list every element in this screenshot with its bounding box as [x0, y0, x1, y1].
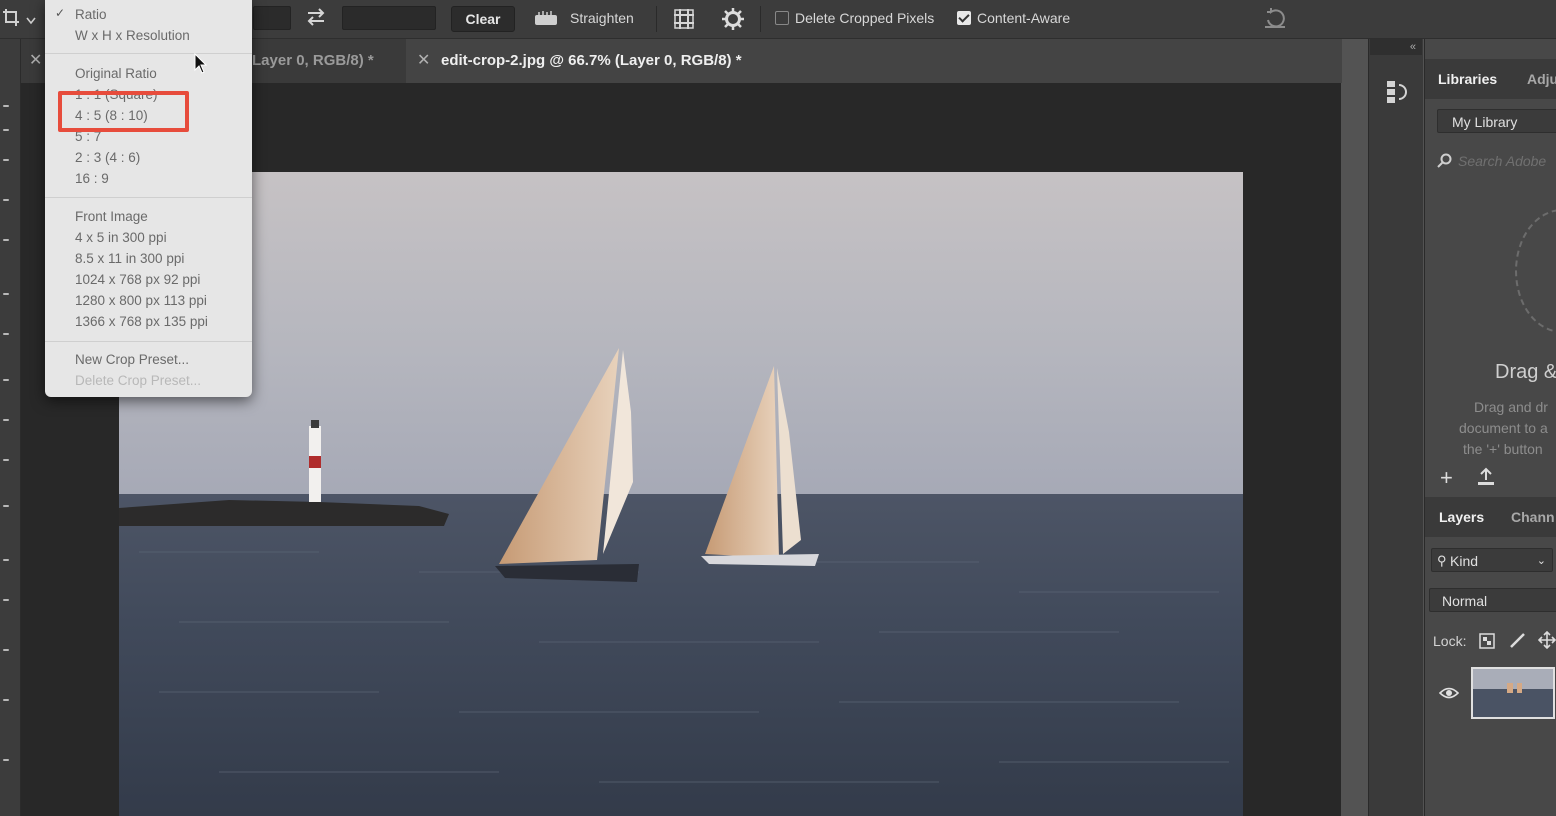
tool-marker[interactable]	[3, 759, 9, 761]
crop-options-gear-icon[interactable]	[721, 7, 745, 36]
menu-item-delete-crop-preset: Delete Crop Preset...	[75, 373, 202, 388]
tool-marker[interactable]	[3, 699, 9, 701]
content-aware-checkbox[interactable]	[957, 11, 971, 25]
checkmark-icon: ✓	[55, 6, 66, 20]
lock-position-icon[interactable]	[1537, 630, 1556, 654]
drag-help-line-1: Drag and dr	[1474, 399, 1548, 415]
tool-marker[interactable]	[3, 105, 9, 107]
menu-item-1024x768[interactable]: 1024 x 768 px 92 ppi	[75, 272, 200, 287]
history-panel-icon[interactable]	[1385, 79, 1409, 110]
tool-marker[interactable]	[3, 293, 9, 295]
tool-marker[interactable]	[3, 505, 9, 507]
right-panel: Libraries Adju My Library Search Adobe D…	[1424, 39, 1556, 816]
tab-layers[interactable]: Layers	[1439, 497, 1484, 537]
tool-marker[interactable]	[3, 199, 9, 201]
layer-thumbnail[interactable]	[1471, 667, 1555, 719]
menu-item-8-5x11-300ppi[interactable]: 8.5 x 11 in 300 ppi	[75, 251, 184, 266]
delete-cropped-pixels-checkbox[interactable]	[775, 11, 789, 25]
libraries-tab-row: Libraries Adju	[1425, 59, 1556, 99]
drag-help-line-3: the '+' button	[1463, 441, 1543, 457]
menu-item-4x5-300ppi[interactable]: 4 x 5 in 300 ppi	[75, 230, 167, 245]
menu-item-ratio[interactable]: Ratio	[75, 7, 107, 22]
collapse-panels-icon[interactable]: «	[1370, 39, 1422, 55]
tools-panel	[0, 39, 21, 816]
library-search-input[interactable]: Search Adobe	[1458, 153, 1546, 169]
tab-adjustments[interactable]: Adju	[1527, 59, 1556, 99]
panel-dock-strip: «	[1368, 39, 1423, 816]
layer-kind-filter[interactable]: ⚲ Kind ⌄	[1431, 548, 1553, 572]
tab-document-1[interactable]: Layer 0, RGB/8) *	[252, 39, 374, 83]
tool-preset-chevron-icon[interactable]	[26, 12, 36, 30]
tool-marker[interactable]	[3, 379, 9, 381]
highlight-box	[58, 91, 189, 132]
tool-marker[interactable]	[3, 159, 9, 161]
drag-heading: Drag &	[1495, 361, 1556, 383]
blend-mode-select[interactable]: Normal	[1429, 588, 1556, 612]
layers-tab-row: Layers Chann	[1425, 497, 1556, 537]
tool-marker[interactable]	[3, 599, 9, 601]
straighten-icon[interactable]	[533, 9, 559, 32]
tool-marker[interactable]	[3, 419, 9, 421]
lock-transparent-pixels-icon[interactable]	[1479, 633, 1495, 654]
clear-button[interactable]: Clear	[451, 6, 515, 32]
library-select[interactable]: My Library	[1437, 109, 1556, 133]
ratio-height-field[interactable]	[342, 6, 436, 30]
search-icon	[1437, 153, 1453, 174]
menu-item-front-image[interactable]: Front Image	[75, 209, 148, 224]
tab-libraries[interactable]: Libraries	[1438, 59, 1497, 99]
overlay-grid-icon[interactable]	[672, 7, 696, 36]
tab-close-icon[interactable]: ✕	[417, 39, 430, 83]
search-icon: ⚲	[1437, 553, 1447, 568]
drag-help-line-2: document to a	[1459, 420, 1548, 436]
menu-item-1280x800[interactable]: 1280 x 800 px 113 ppi	[75, 293, 207, 308]
ratio-width-field[interactable]	[253, 6, 291, 30]
upload-icon[interactable]	[1477, 467, 1495, 492]
tool-marker[interactable]	[3, 459, 9, 461]
library-drop-area-icon	[1515, 209, 1556, 333]
straighten-label[interactable]: Straighten	[570, 10, 634, 26]
swap-dimensions-icon[interactable]	[305, 7, 327, 32]
library-select-value: My Library	[1452, 114, 1518, 130]
lock-image-pixels-icon[interactable]	[1509, 631, 1527, 654]
tool-marker[interactable]	[3, 333, 9, 335]
crop-tool-icon[interactable]	[2, 8, 20, 28]
tool-marker[interactable]	[3, 239, 9, 241]
blend-mode-value: Normal	[1442, 593, 1488, 609]
layer-visibility-eye-icon[interactable]	[1438, 686, 1460, 705]
tab-close-icon[interactable]: ✕	[29, 39, 42, 83]
menu-item-16-9[interactable]: 16 : 9	[75, 171, 109, 186]
menu-item-wxh-resolution[interactable]: W x H x Resolution	[75, 28, 190, 43]
add-library-item-icon[interactable]: +	[1440, 467, 1453, 489]
tab-channels[interactable]: Chann	[1511, 497, 1555, 537]
menu-item-1366x768[interactable]: 1366 x 768 px 135 ppi	[75, 314, 208, 329]
tab-document-2[interactable]: edit-crop-2.jpg @ 66.7% (Layer 0, RGB/8)…	[441, 39, 742, 83]
reset-icon[interactable]	[1262, 6, 1288, 35]
kind-filter-value: Kind	[1450, 553, 1479, 569]
tool-marker[interactable]	[3, 559, 9, 561]
crop-ratio-menu: ✓ Ratio W x H x Resolution Original Rati…	[45, 0, 252, 397]
menu-item-original-ratio[interactable]: Original Ratio	[75, 66, 157, 81]
tool-marker[interactable]	[3, 649, 9, 651]
menu-item-new-crop-preset[interactable]: New Crop Preset...	[75, 352, 189, 367]
tool-marker[interactable]	[3, 129, 9, 131]
chevron-down-icon: ⌄	[1536, 555, 1546, 567]
lock-label: Lock:	[1433, 633, 1467, 649]
sailboats-photo[interactable]	[119, 172, 1243, 816]
delete-cropped-pixels-label[interactable]: Delete Cropped Pixels	[795, 10, 934, 26]
content-aware-label[interactable]: Content-Aware	[977, 10, 1070, 26]
mouse-cursor-icon	[194, 52, 208, 80]
menu-item-2-3[interactable]: 2 : 3 (4 : 6)	[75, 150, 140, 165]
